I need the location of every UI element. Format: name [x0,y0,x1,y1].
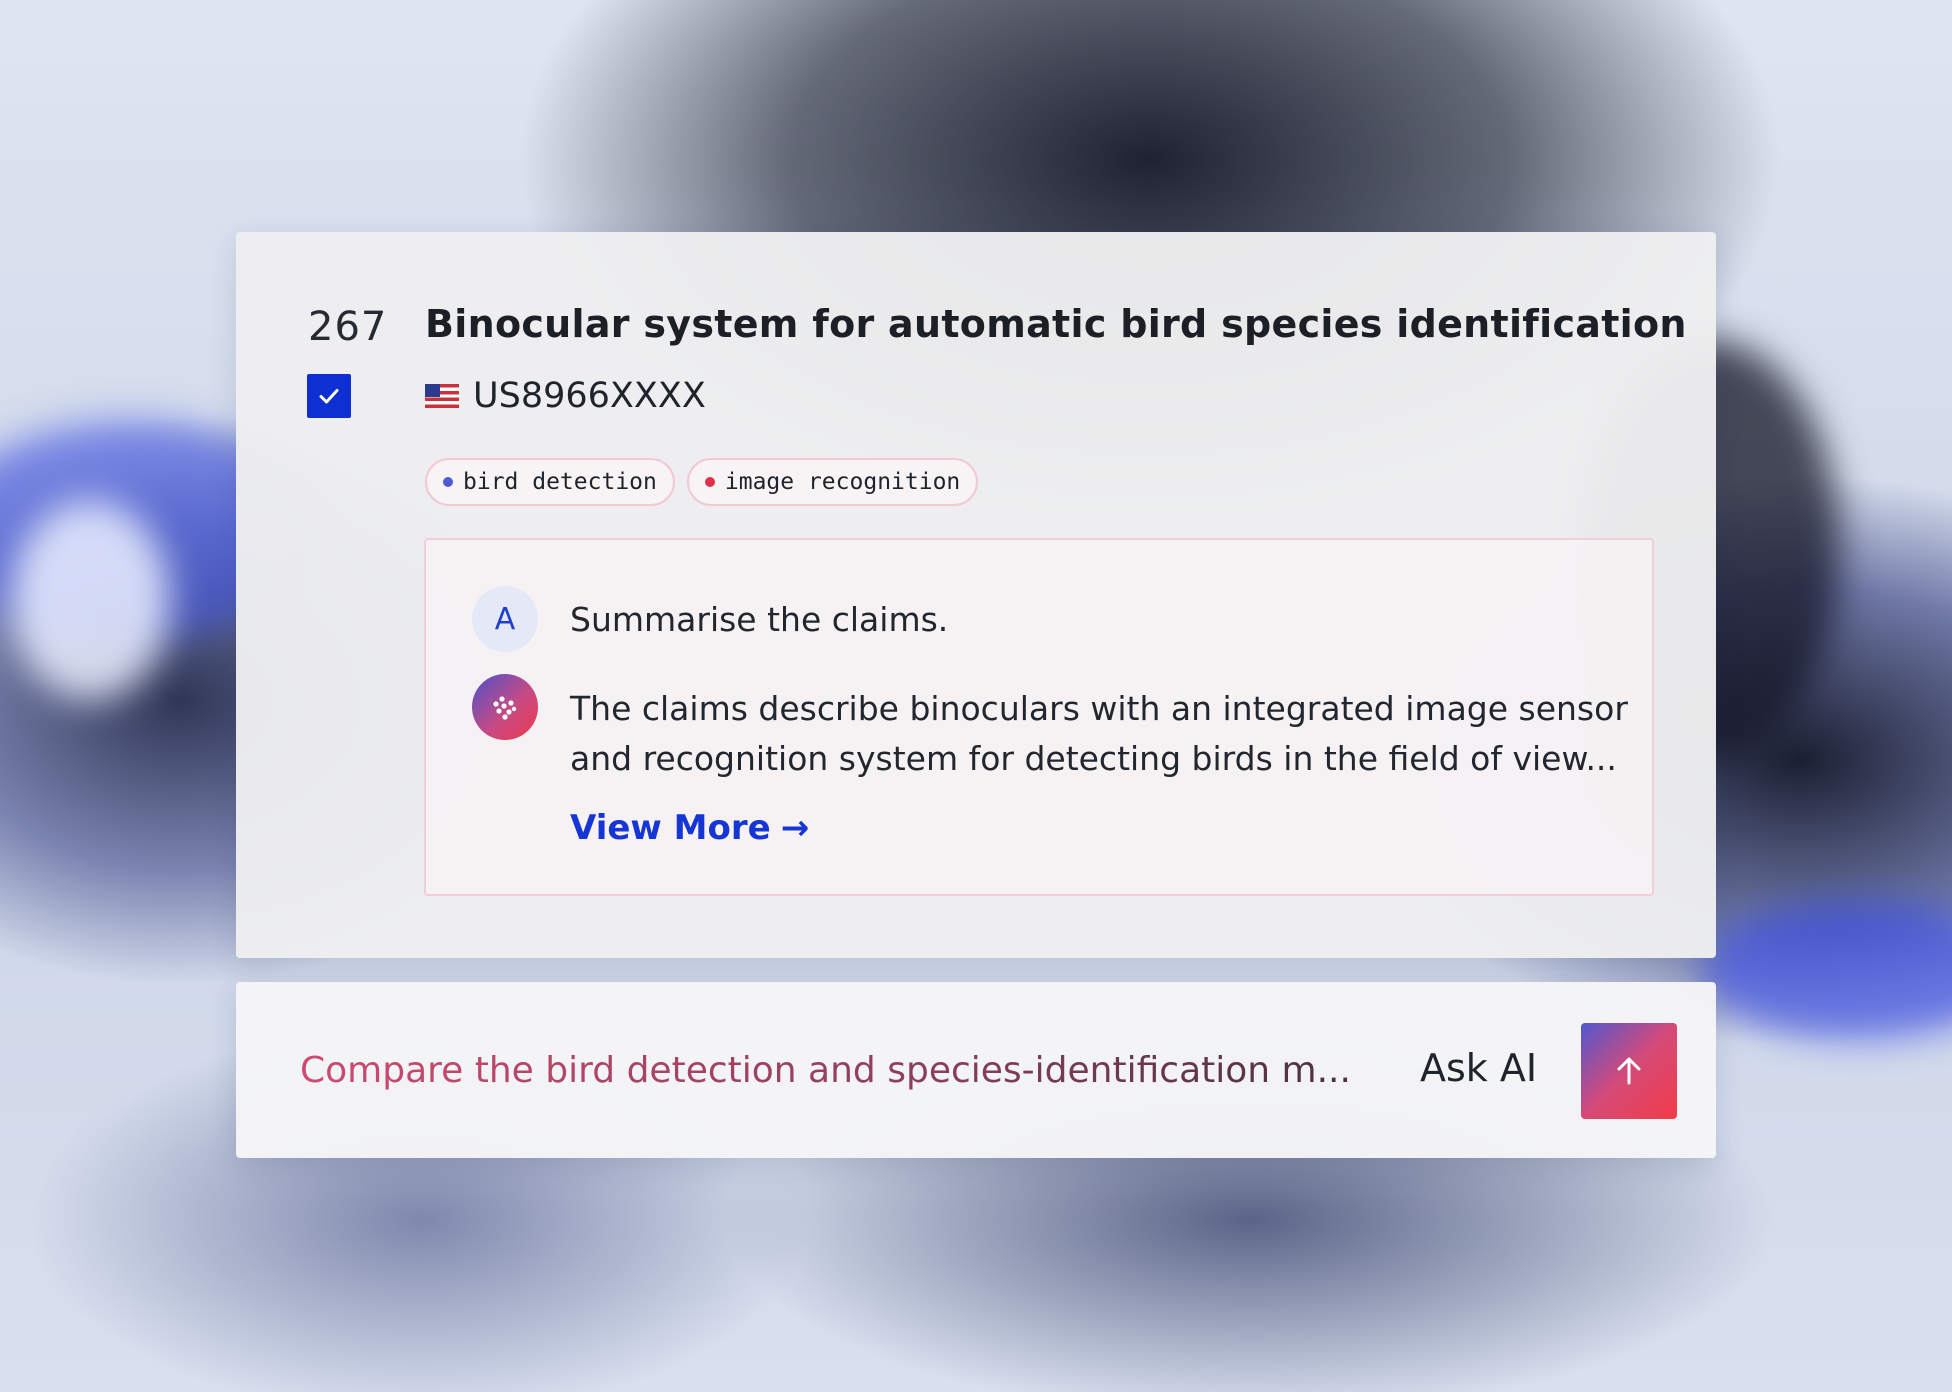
user-question: Summarise the claims. [570,600,949,639]
view-more-label: View More [570,808,771,848]
ai-chat-panel: A Summarise the claims. The claims descr… [424,538,1654,896]
ask-ai-bar: Compare the bird detection and species-i… [236,982,1716,1158]
ai-dots-icon [493,696,517,720]
checkmark-icon [319,389,339,404]
select-checkbox[interactable] [307,374,351,418]
tag-chip[interactable]: bird detection [425,458,675,506]
ai-answer: The claims describe binoculars with an i… [570,689,1628,778]
tag-list: bird detection image recognition [425,458,979,506]
tag-dot-icon [443,477,453,487]
bg-blur-3 [10,500,170,700]
view-more-link[interactable]: View More → [570,808,809,848]
send-button[interactable] [1581,1023,1677,1119]
patent-result-card: 267 Binocular system for automatic bird … [236,232,1716,958]
arrow-right-icon: → [780,808,810,848]
us-flag-icon [425,384,459,408]
bg-blur-2 [1700,900,1952,1040]
patent-title[interactable]: Binocular system for automatic bird spec… [425,302,1687,346]
tag-label: bird detection [463,469,657,495]
ask-ai-input[interactable]: Compare the bird detection and species-i… [300,1032,1360,1108]
patent-id-row: US8966XXXX [425,374,706,418]
user-avatar: A [472,586,538,652]
ask-ai-label: Ask AI [1420,1046,1538,1090]
tag-dot-icon [704,477,715,487]
tag-label: image recognition [724,469,961,495]
tag-chip[interactable]: image recognition [686,458,979,506]
result-number: 267 [308,304,388,350]
patent-number[interactable]: US8966XXXX [473,376,706,416]
ai-avatar-icon [472,674,538,740]
ask-ai-input-text: Compare the bird detection and species-i… [300,1049,1351,1091]
arrow-up-icon [1617,1057,1641,1085]
